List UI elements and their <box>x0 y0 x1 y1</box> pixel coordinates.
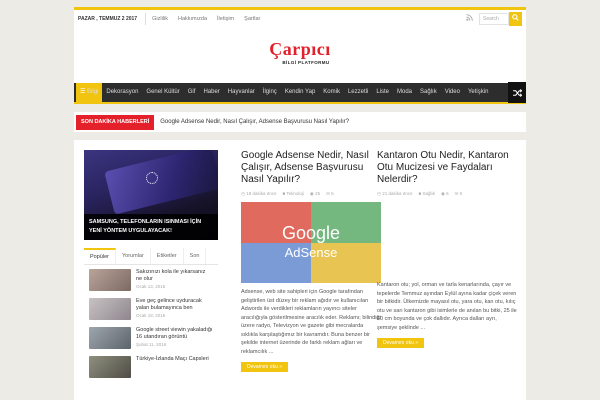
nav-item-haber[interactable]: Haber <box>199 83 223 102</box>
nav-item-yetiskin[interactable]: Yetişkin <box>464 83 492 102</box>
comment-icon: ✉ 6 <box>326 191 334 196</box>
tab-son[interactable]: Son <box>184 248 207 264</box>
shuffle-icon[interactable] <box>508 82 526 103</box>
article-card: Google Adsense Nedir, Nasıl Çalışır, Ads… <box>241 150 381 372</box>
read-more-button[interactable]: Devamını oku » <box>377 338 425 348</box>
post-date: Ocak 18, 2016 <box>136 313 166 318</box>
article-time: 21 dakika önce <box>382 191 413 196</box>
search-input[interactable]: Search <box>479 12 509 25</box>
article-meta: ◷ 21 dakika önce ■ Sağlık ◉ 6 ✉ 0 <box>377 191 517 197</box>
post-date: Ocak 13, 2016 <box>136 284 166 289</box>
main-nav: ☰ Bilgi Dekorasyon Genel Kültür Gif Habe… <box>74 82 526 104</box>
post-thumbnail[interactable] <box>89 327 131 349</box>
search-icon[interactable] <box>509 11 522 26</box>
list-item[interactable]: Eve geç gelince uyduracak yalan bulamayı… <box>84 294 218 323</box>
article-excerpt: Kantaron otu; yol, orman ve tarla kenarl… <box>377 282 517 331</box>
article-views: 6 <box>446 191 449 196</box>
clock-icon: ◷ 21 dakika önce <box>377 191 413 196</box>
comment-icon: ✉ 0 <box>454 191 463 196</box>
article-views: 25 <box>315 191 321 196</box>
top-link-contact[interactable]: İletişim <box>217 16 234 22</box>
post-title[interactable]: Türkiye-İzlanda Maçı Capsleri <box>136 356 209 363</box>
image-text-adsense: AdSense <box>284 245 338 260</box>
post-title[interactable]: Eve geç gelince uyduracak yalan bulamayı… <box>136 298 213 312</box>
breaking-news-headline[interactable]: Google Adsense Nedir, Nasıl Çalışır, Ads… <box>160 119 349 125</box>
post-title[interactable]: Google street viewin yakaladığı 16 utand… <box>136 327 213 341</box>
article-category[interactable]: Sağlık <box>422 191 435 196</box>
top-link-privacy[interactable]: Gizlilik <box>152 16 168 22</box>
nav-item-saglik[interactable]: Sağlık <box>416 83 441 102</box>
article-image[interactable]: Google AdSense <box>241 202 381 283</box>
phone-image <box>104 150 218 215</box>
top-bar: PAZAR , TEMMUZ 2 2017 Gizlilik Hakkımızd… <box>74 7 526 27</box>
nav-item-hayvanlar[interactable]: Hayvanlar <box>224 83 259 102</box>
site-logo-tagline: BİLGİ PLATFORMU <box>282 60 330 65</box>
breaking-news-label: SON DAKİKA HABERLERİ <box>76 114 155 130</box>
folder-icon: ■ Teknoloji <box>282 191 304 196</box>
nav-item-liste[interactable]: Liste <box>372 83 393 102</box>
top-link-about[interactable]: Hakkımızda <box>178 16 207 22</box>
image-text-google: Google <box>281 223 341 243</box>
read-more-button[interactable]: Devamını oku » <box>241 362 289 372</box>
nav-item-lezzetli[interactable]: Lezzetli <box>344 83 372 102</box>
nav-item-label: Bilgi <box>87 89 99 95</box>
article-title[interactable]: Kantaron Otu Nedir, Kantaron Otu Mucizes… <box>377 150 517 186</box>
list-item[interactable]: Türkiye-İzlanda Maçı Capsleri <box>84 352 218 381</box>
article-time: 19 dakika önce <box>246 191 277 196</box>
article-comments[interactable]: 0 <box>460 191 463 196</box>
nav-item-ilginc[interactable]: İlginç <box>259 83 281 102</box>
post-title[interactable]: Sakızınızı kola ile yıkarsanız ne olur <box>136 269 213 283</box>
rss-icon[interactable] <box>463 14 475 23</box>
top-link-terms[interactable]: Şartlar <box>244 16 260 22</box>
article-title[interactable]: Google Adsense Nedir, Nasıl Çalışır, Ads… <box>241 150 381 186</box>
current-date: PAZAR , TEMMUZ 2 2017 <box>78 12 147 25</box>
eye-icon: ◉ 6 <box>440 191 449 196</box>
slider-caption[interactable]: SAMSUNG, TELEFONLARIN ISINMASI İÇİN YENİ… <box>84 214 218 240</box>
featured-slider[interactable]: SAMSUNG, TELEFONLARIN ISINMASI İÇİN YENİ… <box>84 150 218 240</box>
nav-item-gif[interactable]: Gif <box>184 83 200 102</box>
nav-item-video[interactable]: Video <box>441 83 464 102</box>
tabs-widget: Popüler Yorumlar Etiketler Son Sakızınız… <box>84 248 218 400</box>
post-date: Şubat 11, 2016 <box>136 342 167 347</box>
post-thumbnail[interactable] <box>89 356 131 378</box>
sidebar: SAMSUNG, TELEFONLARIN ISINMASI İÇİN YENİ… <box>84 150 218 400</box>
breaking-news-bar: SON DAKİKA HABERLERİ Google Adsense Nedi… <box>74 112 526 132</box>
list-item[interactable]: Google street viewin yakaladığı 16 utand… <box>84 323 218 352</box>
top-links: Gizlilik Hakkımızda İletişim Şartlar <box>152 16 270 22</box>
nav-item-kendin-yap[interactable]: Kendin Yap <box>281 83 319 102</box>
folder-icon: ■ Sağlık <box>418 191 435 196</box>
tab-etiketler[interactable]: Etiketler <box>151 248 184 264</box>
clock-icon: ◷ 19 dakika önce <box>241 191 277 196</box>
tab-populer[interactable]: Popüler <box>84 248 116 264</box>
nav-item-dekorasyon[interactable]: Dekorasyon <box>102 83 142 102</box>
loading-spinner-icon <box>146 172 158 184</box>
post-thumbnail[interactable] <box>89 269 131 291</box>
site-logo[interactable]: Çarpıcı <box>74 39 526 60</box>
article-meta: ◷ 19 dakika önce ■ Teknoloji ◉ 25 ✉ 6 <box>241 191 381 197</box>
nav-item-komik[interactable]: Komik <box>319 83 344 102</box>
eye-icon: ◉ 25 <box>309 191 321 196</box>
site-header: Çarpıcı BİLGİ PLATFORMU <box>74 27 526 83</box>
article-category[interactable]: Teknoloji <box>286 191 304 196</box>
list-item[interactable]: Sakızınızı kola ile yıkarsanız ne olur O… <box>84 265 218 294</box>
nav-item-moda[interactable]: Moda <box>393 83 416 102</box>
article-excerpt: Adsense, web site sahipleri için Google … <box>241 289 381 355</box>
article-card: Kantaron Otu Nedir, Kantaron Otu Mucizes… <box>377 150 517 348</box>
nav-item-bilgi[interactable]: ☰ Bilgi <box>76 83 103 102</box>
article-comments[interactable]: 6 <box>331 191 334 196</box>
nav-item-genel-kultur[interactable]: Genel Kültür <box>142 83 183 102</box>
widget-tabs: Popüler Yorumlar Etiketler Son <box>84 248 218 265</box>
tab-yorumlar[interactable]: Yorumlar <box>116 248 151 264</box>
post-thumbnail[interactable] <box>89 298 131 320</box>
